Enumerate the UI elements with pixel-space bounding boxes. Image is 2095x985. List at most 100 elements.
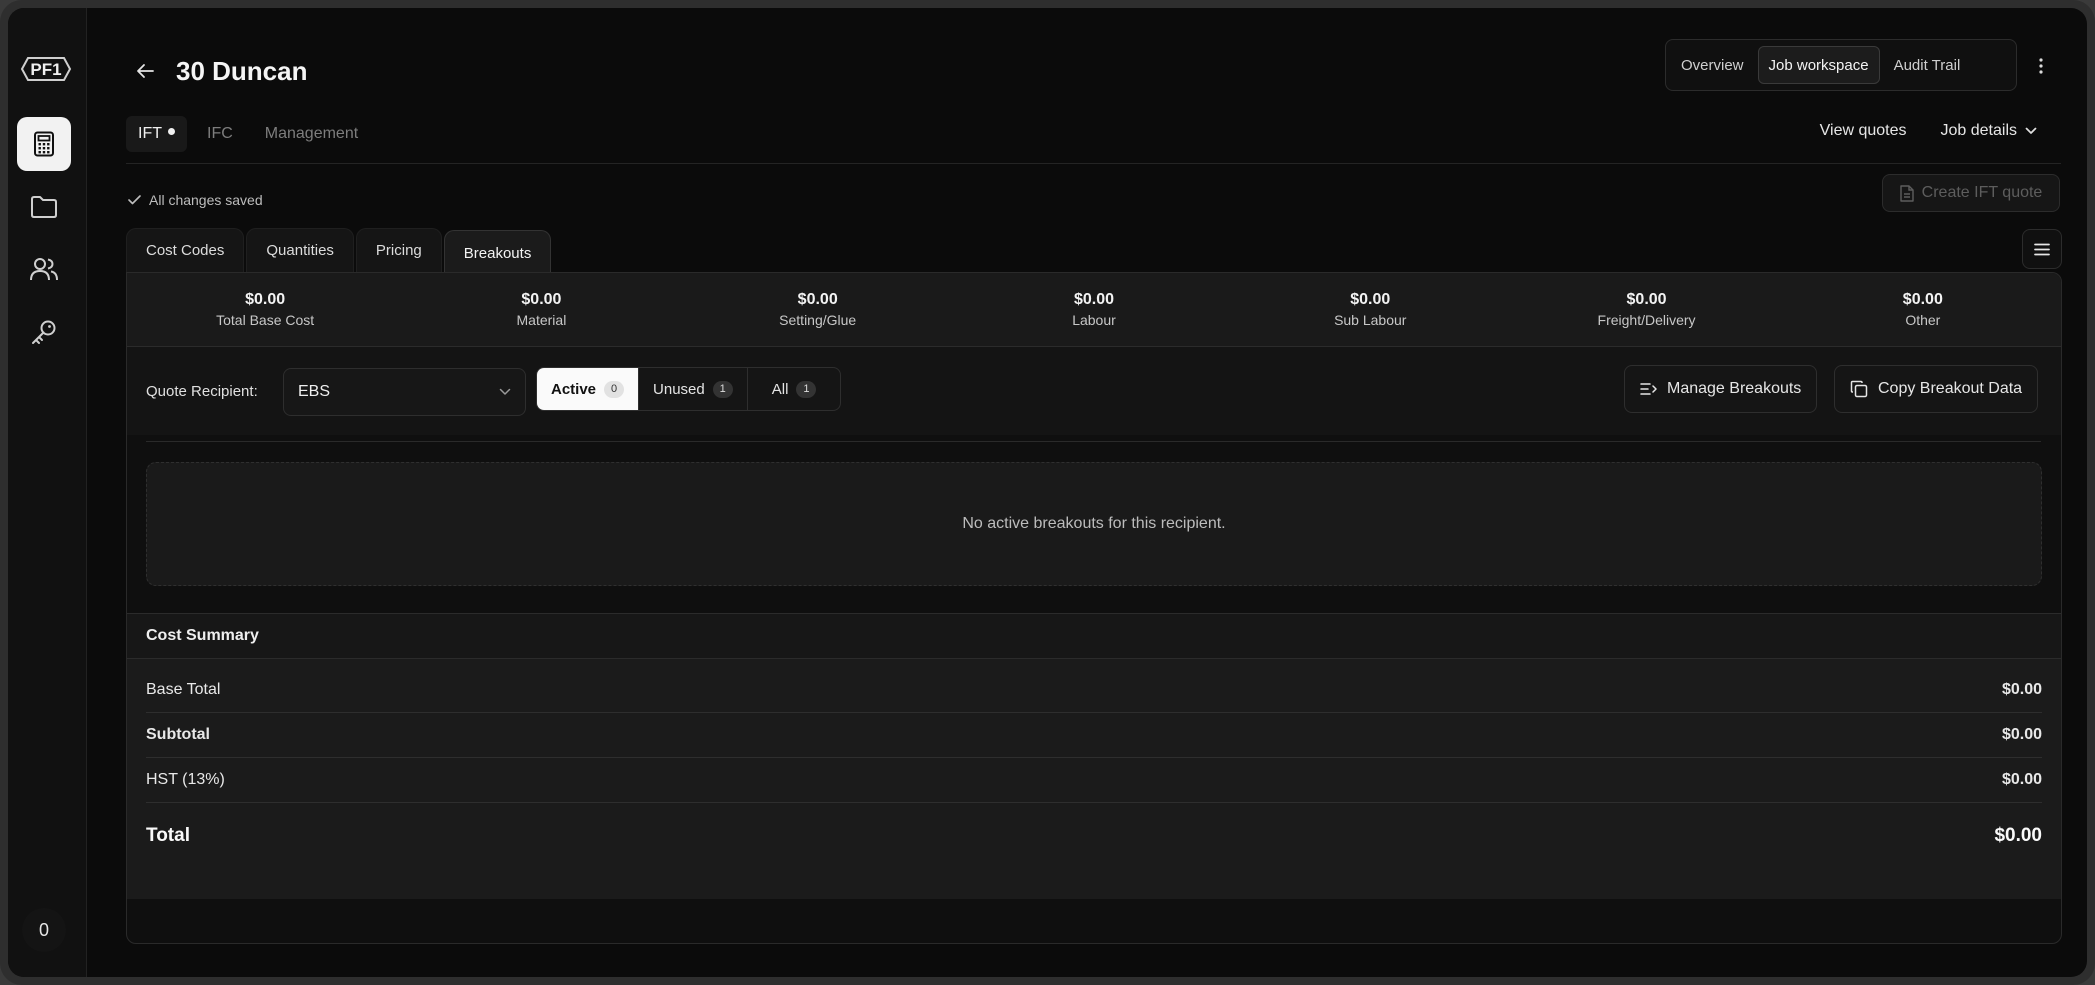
save-status: All changes saved [128, 192, 263, 208]
phase-tabs: IFT IFC Management [126, 116, 370, 152]
summary-row-total: Total $0.00 [146, 813, 2042, 858]
summary-row-value: $0.00 [2001, 771, 2042, 788]
filter-label: Unused [653, 380, 705, 398]
device-frame: PF1 0 30 Duncan Overview Job workspace A… [0, 0, 2095, 985]
copy-breakout-label: Copy Breakout Data [1878, 380, 2023, 397]
stat-value: $0.00 [521, 291, 562, 308]
stat-material: $0.00 Material [403, 273, 679, 346]
empty-state-message: No active breakouts for this recipient. [962, 515, 1226, 532]
view-tab-job-workspace[interactable]: Job workspace [1757, 46, 1880, 84]
filter-count-badge: 1 [796, 380, 817, 398]
phase-tab-management[interactable]: Management [253, 116, 370, 152]
key-icon [32, 320, 56, 344]
page-title: 30 Duncan [176, 56, 308, 86]
stat-value: $0.00 [1073, 291, 1114, 308]
cost-stats-bar: $0.00 Total Base Cost $0.00 Material $0.… [127, 273, 2061, 347]
unsaved-dot-indicator [168, 127, 175, 135]
filter-unused[interactable]: Unused 1 [639, 368, 748, 410]
manage-breakouts-label: Manage Breakouts [1667, 380, 1802, 397]
create-quote-label: Create IFT quote [1921, 184, 2043, 201]
job-details-dropdown[interactable]: Job details [1941, 122, 2038, 140]
list-settings-icon [1640, 383, 1657, 395]
logo-badge-icon: PF1 [20, 57, 72, 81]
stat-other: $0.00 Other [1785, 273, 2061, 346]
more-options-button[interactable] [2029, 52, 2053, 80]
phase-tab-ift[interactable]: IFT [126, 116, 187, 152]
summary-row-value: $0.00 [2001, 681, 2042, 698]
sidebar-item-contacts[interactable] [17, 242, 71, 296]
hamburger-menu-icon [2034, 243, 2050, 255]
tab-cost-codes[interactable]: Cost Codes [126, 228, 245, 272]
filter-all[interactable]: All 1 [748, 368, 841, 410]
quote-recipient-label: Quote Recipient: [146, 383, 258, 400]
breakouts-panel: $0.00 Total Base Cost $0.00 Material $0.… [126, 272, 2062, 944]
quote-recipient-select[interactable]: EBS [283, 368, 526, 416]
phase-tab-ifc[interactable]: IFC [195, 116, 245, 152]
calculator-icon [34, 131, 54, 157]
view-quotes-link[interactable]: View quotes [1820, 122, 1907, 140]
stat-value: $0.00 [1626, 291, 1667, 308]
stat-label: Material [516, 312, 567, 328]
stat-sub-labour: $0.00 Sub Labour [1232, 273, 1508, 346]
svg-text:PF1: PF1 [30, 60, 61, 79]
notification-count-badge[interactable]: 0 [22, 908, 66, 952]
stat-label: Labour [1072, 312, 1116, 328]
check-icon [128, 195, 141, 205]
sidebar-item-files[interactable] [17, 180, 71, 234]
view-tab-audit-trail[interactable]: Audit Trail [1884, 46, 1971, 84]
users-icon [30, 258, 58, 281]
summary-row-hst: HST (13%) $0.00 [146, 758, 2042, 803]
stat-value: $0.00 [1902, 291, 1943, 308]
stat-value: $0.00 [797, 291, 838, 308]
back-button[interactable] [132, 58, 158, 84]
stat-label: Setting/Glue [779, 312, 857, 328]
stat-label: Freight/Delivery [1597, 312, 1696, 328]
summary-row-label: HST (13%) [146, 771, 225, 788]
tab-breakouts[interactable]: Breakouts [443, 230, 552, 276]
controls-divider [146, 441, 2041, 442]
sidebar-item-estimating[interactable] [17, 117, 71, 171]
summary-row-label: Total [146, 824, 190, 846]
manage-breakouts-button[interactable]: Manage Breakouts [1624, 365, 1818, 413]
stat-value: $0.00 [245, 291, 286, 308]
save-status-text: All changes saved [149, 192, 263, 208]
breakout-filter-group: Active 0 Unused 1 All 1 [536, 367, 842, 411]
summary-row-label: Base Total [146, 681, 221, 698]
copy-icon [1850, 380, 1868, 398]
sidebar: PF1 0 [8, 8, 87, 977]
stat-labour: $0.00 Labour [956, 273, 1232, 346]
summary-row-base-total: Base Total $0.00 [146, 668, 2042, 713]
document-icon [1899, 184, 1914, 202]
cost-summary: Base Total $0.00 Subtotal $0.00 HST (13%… [127, 659, 2061, 899]
filter-count-badge: 1 [712, 380, 733, 398]
view-tab-overview[interactable]: Overview [1671, 46, 1754, 84]
filter-label: Active [551, 380, 597, 398]
summary-row-value: $0.00 [2001, 726, 2042, 743]
stat-setting-glue: $0.00 Setting/Glue [680, 273, 956, 346]
job-details-label: Job details [1940, 122, 2018, 139]
header-links: View quotes Job details [1820, 122, 2037, 140]
phase-tab-label: IFT [138, 125, 162, 142]
app-window: PF1 0 30 Duncan Overview Job workspace A… [8, 8, 2087, 977]
folder-icon [31, 196, 57, 218]
quote-recipient-value: EBS [298, 383, 331, 400]
empty-state: No active breakouts for this recipient. [146, 462, 2042, 586]
kebab-menu-icon [2039, 58, 2043, 74]
section-tabs: Cost Codes Quantities Pricing Breakouts [126, 228, 552, 276]
summary-row-label: Subtotal [146, 726, 210, 743]
sidebar-item-access[interactable] [17, 305, 71, 359]
filter-active[interactable]: Active 0 [537, 368, 640, 410]
cost-summary-header: Cost Summary [127, 613, 2061, 659]
summary-row-value: $0.00 [1994, 824, 2042, 846]
create-ift-quote-button[interactable]: Create IFT quote [1882, 174, 2060, 212]
stat-freight-delivery: $0.00 Freight/Delivery [1508, 273, 1784, 346]
arrow-left-icon [137, 64, 154, 78]
panel-menu-button[interactable] [2022, 229, 2062, 269]
tab-pricing[interactable]: Pricing [355, 228, 442, 272]
app-logo[interactable]: PF1 [16, 52, 76, 86]
tab-quantities[interactable]: Quantities [246, 228, 354, 272]
summary-row-subtotal: Subtotal $0.00 [146, 713, 2042, 758]
filter-label: All [771, 380, 789, 398]
copy-breakout-data-button[interactable]: Copy Breakout Data [1834, 365, 2039, 413]
stat-value: $0.00 [1350, 291, 1391, 308]
